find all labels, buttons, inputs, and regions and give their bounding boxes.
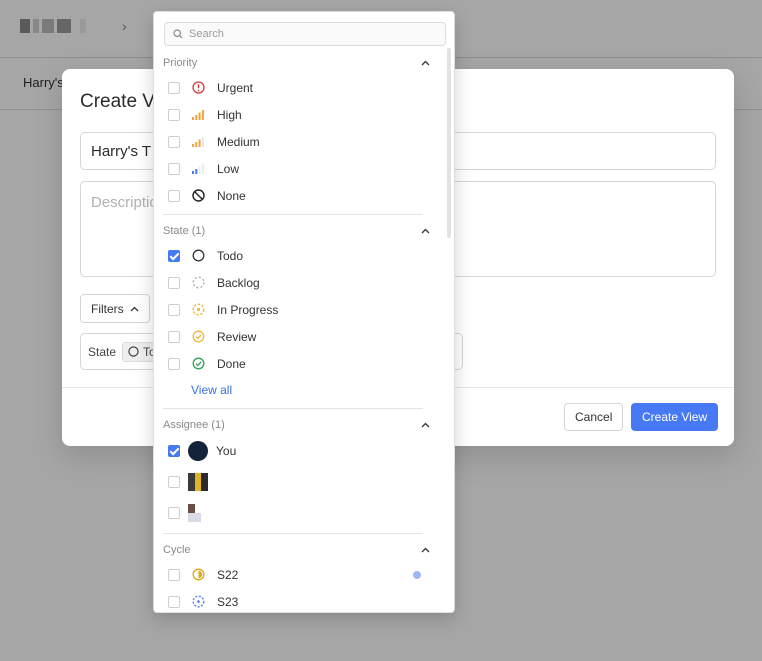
priority-option-medium[interactable]: Medium bbox=[154, 128, 444, 155]
backlog-dashed-circle-icon bbox=[191, 276, 205, 290]
checkbox[interactable] bbox=[168, 568, 180, 581]
checkbox[interactable] bbox=[168, 303, 180, 316]
option-label: S23 bbox=[217, 594, 239, 609]
state-header-label: State (1) bbox=[163, 225, 206, 237]
cycle-option-s22[interactable]: S22 bbox=[154, 561, 444, 588]
todo-circle-icon bbox=[128, 346, 139, 357]
search-box[interactable] bbox=[164, 22, 446, 46]
in-progress-circle-icon bbox=[191, 303, 205, 317]
priority-option-urgent[interactable]: Urgent bbox=[154, 74, 444, 101]
state-option-review[interactable]: Review bbox=[154, 323, 444, 350]
option-label: Medium bbox=[217, 134, 260, 149]
review-check-icon bbox=[191, 330, 205, 344]
chevron-up-icon[interactable] bbox=[421, 422, 430, 428]
checkbox[interactable] bbox=[168, 506, 180, 519]
state-section-header[interactable]: State (1) bbox=[154, 220, 444, 242]
section-divider bbox=[163, 214, 423, 215]
option-label: None bbox=[217, 188, 246, 203]
cycle-dashed-icon bbox=[191, 595, 205, 609]
chevron-up-icon[interactable] bbox=[421, 547, 430, 553]
option-label: Review bbox=[217, 329, 257, 344]
checkbox[interactable] bbox=[168, 135, 180, 148]
state-option-todo[interactable]: Todo bbox=[154, 242, 444, 269]
checkbox[interactable] bbox=[168, 276, 180, 289]
avatar bbox=[188, 441, 208, 461]
done-check-icon bbox=[191, 357, 205, 371]
assignee-option-you[interactable]: You bbox=[154, 436, 444, 466]
create-view-button[interactable]: Create View bbox=[631, 403, 719, 431]
checkbox[interactable] bbox=[168, 357, 180, 370]
chevron-right-icon: › bbox=[122, 18, 127, 34]
urgent-icon bbox=[191, 81, 205, 95]
filters-button[interactable]: Filters bbox=[80, 294, 150, 323]
modal-title: Create V bbox=[80, 91, 155, 112]
option-label: Urgent bbox=[217, 80, 254, 95]
search-input[interactable] bbox=[189, 28, 429, 40]
current-cycle-dot bbox=[413, 570, 421, 579]
checkbox[interactable] bbox=[168, 108, 180, 121]
chevron-up-icon[interactable] bbox=[421, 228, 430, 234]
view-all-link[interactable]: View all bbox=[154, 377, 444, 403]
todo-circle-icon bbox=[191, 249, 205, 263]
priority-option-low[interactable]: Low bbox=[154, 155, 444, 182]
signal-medium-icon bbox=[191, 135, 205, 149]
breadcrumb-redacted bbox=[20, 19, 86, 33]
scrollbar[interactable] bbox=[447, 48, 451, 238]
checkbox[interactable] bbox=[168, 189, 180, 202]
cycle-option-s23[interactable]: S23 bbox=[154, 588, 444, 612]
option-label: High bbox=[217, 107, 242, 122]
cycle-half-icon bbox=[191, 568, 205, 582]
signal-low-icon bbox=[191, 162, 205, 176]
filters-label: Filters bbox=[91, 301, 124, 316]
assignee-header-label: Assignee (1) bbox=[163, 419, 225, 431]
priority-option-none[interactable]: None bbox=[154, 182, 444, 209]
option-label: S22 bbox=[217, 567, 239, 582]
state-option-in-progress[interactable]: In Progress bbox=[154, 296, 444, 323]
assignee-option-redacted[interactable] bbox=[154, 497, 444, 528]
cycle-section-header[interactable]: Cycle bbox=[154, 539, 444, 561]
section-divider bbox=[163, 408, 423, 409]
option-list: Priority Urgent High Medium Low None Sta… bbox=[154, 52, 444, 612]
chevron-up-icon[interactable] bbox=[421, 60, 430, 66]
option-label: Todo bbox=[217, 248, 244, 263]
priority-section-header[interactable]: Priority bbox=[154, 52, 444, 74]
section-divider bbox=[163, 533, 423, 534]
checkbox[interactable] bbox=[168, 330, 180, 343]
search-icon bbox=[173, 29, 183, 39]
state-option-backlog[interactable]: Backlog bbox=[154, 269, 444, 296]
cycle-header-label: Cycle bbox=[163, 544, 191, 556]
signal-high-icon bbox=[191, 108, 205, 122]
priority-header-label: Priority bbox=[163, 57, 198, 69]
filter-dropdown: Priority Urgent High Medium Low None bbox=[153, 11, 455, 613]
checkbox[interactable] bbox=[168, 475, 180, 488]
option-label: Done bbox=[217, 356, 246, 371]
cancel-button[interactable]: Cancel bbox=[564, 403, 624, 431]
checkbox-checked[interactable] bbox=[168, 249, 180, 262]
priority-option-high[interactable]: High bbox=[154, 101, 444, 128]
chevron-up-icon bbox=[130, 306, 139, 311]
checkbox[interactable] bbox=[168, 162, 180, 175]
option-label: In Progress bbox=[217, 302, 279, 317]
avatar-redacted bbox=[188, 503, 208, 522]
checkbox[interactable] bbox=[168, 81, 180, 94]
checkbox[interactable] bbox=[168, 595, 180, 608]
assignee-section-header[interactable]: Assignee (1) bbox=[154, 414, 444, 436]
view-title-bg: Harry's bbox=[23, 75, 64, 90]
option-label: You bbox=[216, 444, 237, 458]
option-label: Low bbox=[217, 161, 240, 176]
checkbox-checked[interactable] bbox=[168, 445, 180, 457]
option-label: Backlog bbox=[217, 275, 260, 290]
state-filter-label: State bbox=[88, 344, 117, 359]
state-option-done[interactable]: Done bbox=[154, 350, 444, 377]
assignee-option-redacted[interactable] bbox=[154, 466, 444, 497]
avatar-redacted bbox=[188, 472, 208, 491]
no-priority-icon bbox=[191, 189, 205, 203]
